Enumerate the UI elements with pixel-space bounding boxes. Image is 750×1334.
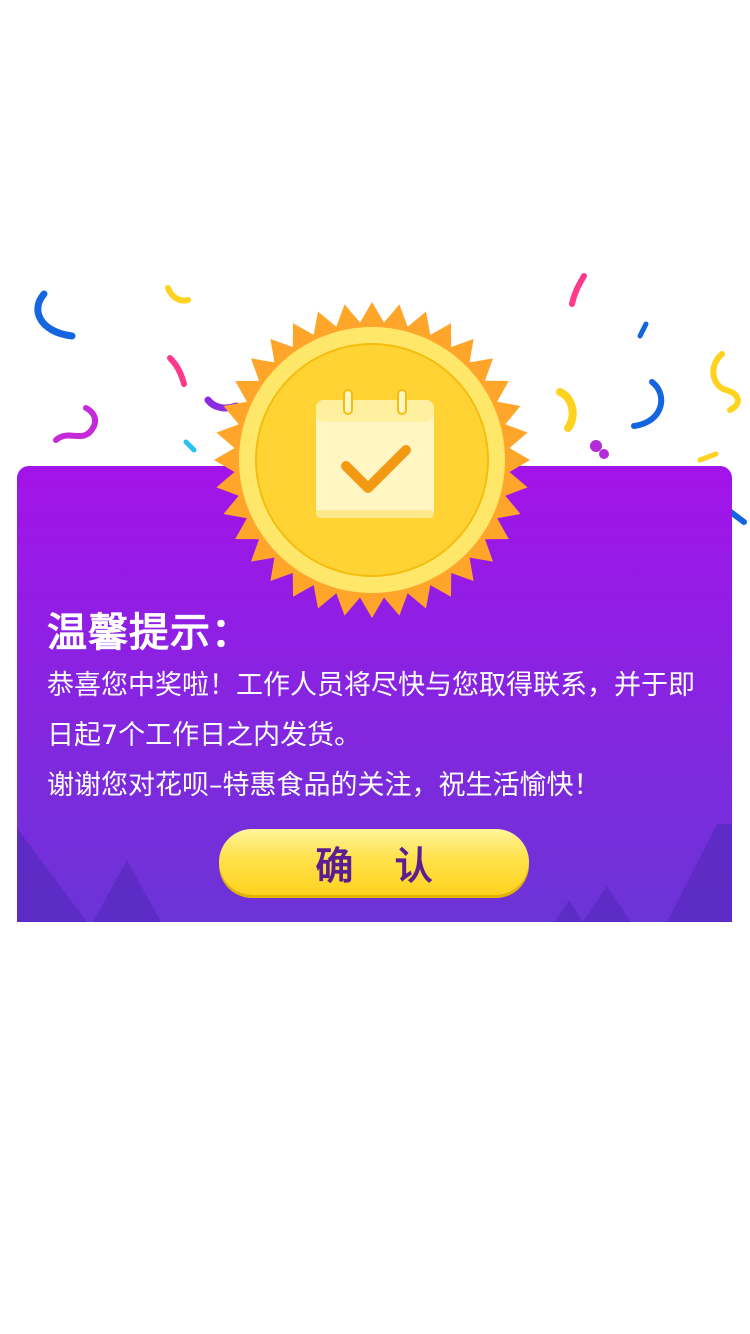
thanks-message: 谢谢您对花呗–特惠食品的关注，祝生活愉快！ — [47, 770, 601, 801]
calendar-check-icon — [214, 302, 530, 618]
confirm-button[interactable]: 确 认 — [219, 829, 529, 895]
prize-message: 恭喜您中奖啦！工作人员将尽快与您取得联系，并于即日起7个工作日之内发货。 — [47, 670, 695, 751]
